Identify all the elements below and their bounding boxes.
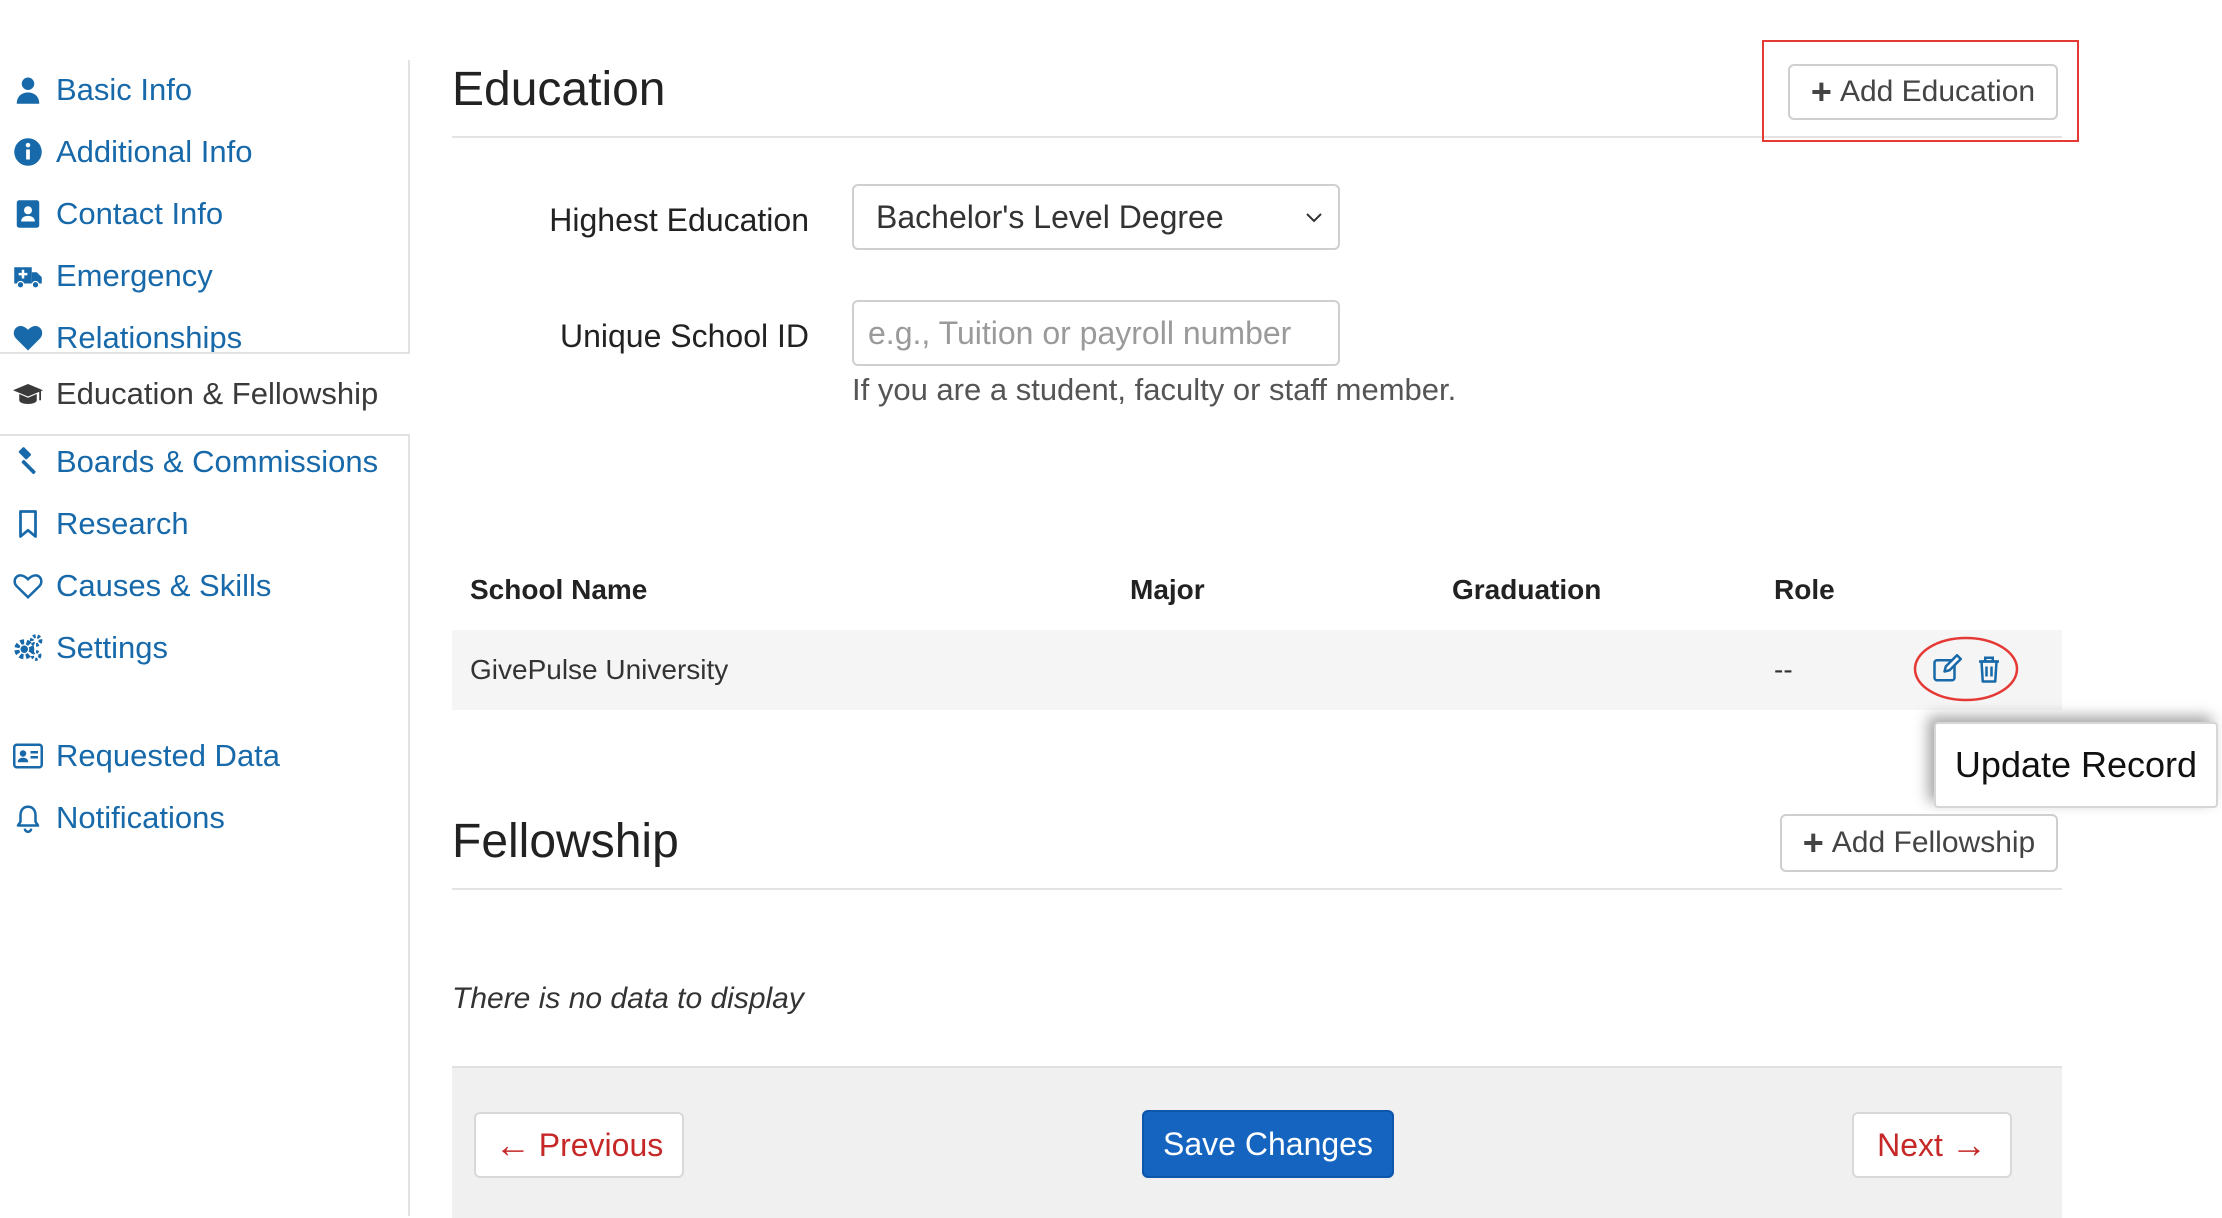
next-label: Next bbox=[1877, 1126, 1943, 1163]
sidebar-item-label: Emergency bbox=[56, 258, 213, 293]
save-changes-button[interactable]: Save Changes bbox=[1142, 1110, 1394, 1178]
heart-outline-icon bbox=[12, 570, 44, 602]
sidebar-item-label: Notifications bbox=[56, 800, 225, 835]
sidebar-item-education-fellowship[interactable]: Education & Fellowship bbox=[0, 352, 410, 436]
heart-icon bbox=[12, 322, 44, 354]
fellowship-divider bbox=[452, 888, 2062, 890]
ambulance-icon bbox=[12, 260, 44, 292]
add-fellowship-button[interactable]: + Add Fellowship bbox=[1780, 814, 2058, 872]
column-header-role: Role bbox=[1774, 574, 1835, 605]
sidebar-item-label: Relationships bbox=[56, 320, 243, 355]
column-header-school-name: School Name bbox=[470, 574, 648, 605]
school-id-input[interactable] bbox=[852, 300, 1340, 366]
previous-label: Previous bbox=[538, 1126, 664, 1163]
fellowship-title: Fellowship bbox=[452, 815, 679, 868]
next-button[interactable]: Next → bbox=[1852, 1112, 2012, 1178]
school-id-help-text: If you are a student, faculty or staff m… bbox=[852, 372, 1457, 407]
address-book-icon bbox=[12, 198, 44, 230]
sidebar-item-label: Additional Info bbox=[56, 134, 253, 169]
sidebar-item-label: Boards & Commissions bbox=[56, 444, 379, 479]
sidebar-item-causes-skills[interactable]: Causes & Skills bbox=[0, 556, 406, 616]
edit-icon[interactable] bbox=[1932, 654, 1962, 684]
chevron-down-icon bbox=[1306, 213, 1322, 223]
plus-icon: + bbox=[1810, 71, 1832, 112]
table-row: GivePulse University -- bbox=[452, 630, 2062, 710]
arrow-left-icon: ← bbox=[494, 1124, 531, 1165]
empty-message: There is no data to display bbox=[452, 982, 804, 1015]
sidebar-item-label: Basic Info bbox=[56, 72, 193, 107]
cell-role: -- bbox=[1774, 654, 1793, 685]
sidebar-item-boards-commissions[interactable]: Boards & Commissions bbox=[0, 432, 406, 492]
education-title: Education bbox=[452, 63, 666, 116]
sidebar-item-emergency[interactable]: Emergency bbox=[0, 246, 406, 306]
tooltip: Update Record bbox=[1934, 722, 2218, 808]
bookmark-icon bbox=[12, 508, 44, 540]
sidebar-item-label: Contact Info bbox=[56, 196, 224, 231]
sidebar-item-requested-data[interactable]: Requested Data bbox=[0, 726, 406, 786]
sidebar-item-label: Settings bbox=[56, 630, 169, 665]
column-header-graduation: Graduation bbox=[1452, 574, 1602, 605]
add-education-label: Add Education bbox=[1839, 75, 2036, 108]
bell-icon bbox=[12, 802, 44, 834]
id-card-icon bbox=[12, 740, 44, 772]
sidebar-item-label: Requested Data bbox=[56, 738, 281, 773]
column-header-major: Major bbox=[1130, 574, 1205, 605]
highest-education-select[interactable]: Bachelor's Level Degree bbox=[852, 184, 1340, 250]
sidebar-item-label: Causes & Skills bbox=[56, 568, 272, 603]
trash-icon[interactable] bbox=[1974, 654, 2004, 684]
sidebar-item-contact-info[interactable]: Contact Info bbox=[0, 184, 406, 244]
arrow-right-icon: → bbox=[1950, 1124, 1987, 1165]
sidebar-item-label: Research bbox=[56, 506, 189, 541]
sidebar: Basic Info Additional Info Contact Info … bbox=[0, 60, 410, 1216]
sidebar-item-additional-info[interactable]: Additional Info bbox=[0, 122, 406, 182]
sidebar-item-notifications[interactable]: Notifications bbox=[0, 788, 406, 848]
gavel-icon bbox=[12, 446, 44, 478]
gears-icon bbox=[12, 632, 44, 664]
sidebar-item-label: Education & Fellowship bbox=[56, 376, 379, 411]
add-education-button[interactable]: + Add Education bbox=[1788, 64, 2058, 120]
school-id-label: Unique School ID bbox=[559, 318, 809, 354]
cell-school-name: GivePulse University bbox=[470, 654, 729, 685]
highest-education-value: Bachelor's Level Degree bbox=[876, 198, 1224, 235]
plus-icon: + bbox=[1802, 822, 1824, 863]
user-icon bbox=[12, 74, 44, 106]
previous-button[interactable]: ← Previous bbox=[474, 1112, 684, 1178]
add-fellowship-label: Add Fellowship bbox=[1831, 826, 2036, 859]
sidebar-item-basic-info[interactable]: Basic Info bbox=[0, 60, 406, 120]
graduation-cap-icon bbox=[12, 378, 44, 410]
sidebar-item-settings[interactable]: Settings bbox=[0, 618, 406, 678]
highest-education-label: Highest Education bbox=[549, 202, 809, 238]
sidebar-item-research[interactable]: Research bbox=[0, 494, 406, 554]
info-circle-icon bbox=[12, 136, 44, 168]
save-changes-label: Save Changes bbox=[1163, 1125, 1373, 1162]
